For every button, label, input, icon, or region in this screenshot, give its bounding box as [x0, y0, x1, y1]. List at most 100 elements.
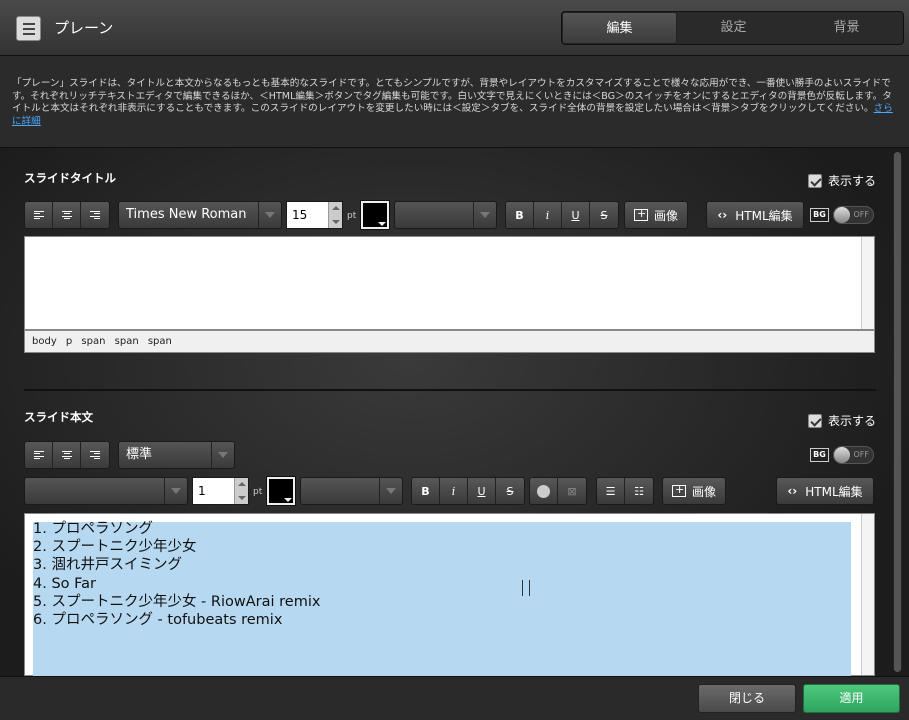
- title-editor[interactable]: [24, 236, 875, 330]
- close-button[interactable]: 閉じる: [698, 684, 796, 713]
- section-divider: [24, 389, 876, 391]
- italic-button[interactable]: i: [440, 478, 468, 504]
- body-format-group: B i U S: [411, 477, 525, 505]
- underline-button[interactable]: U: [468, 478, 496, 504]
- size-value: 1: [198, 484, 206, 498]
- chevron-down-icon: [265, 212, 275, 218]
- list-item: 6. プロペラソング - tofubeats remix: [33, 612, 283, 629]
- body-html-edit-button[interactable]: ‹› HTML編集: [776, 477, 874, 505]
- align-right-button[interactable]: [81, 202, 109, 228]
- align-right-icon: [90, 451, 100, 459]
- body-style-select[interactable]: 標準: [118, 441, 235, 469]
- text-cursor-icon: [522, 580, 530, 596]
- strike-button[interactable]: S: [590, 202, 618, 228]
- title-size-select[interactable]: [394, 201, 497, 229]
- align-left-button[interactable]: [25, 442, 53, 468]
- html-label: HTML編集: [735, 208, 793, 223]
- list-item: 5. スプートニク少年少女 - RiowArai remix: [33, 593, 321, 610]
- body-show-checkbox[interactable]: 表示する: [808, 412, 876, 429]
- title-font-select[interactable]: Times New Roman: [118, 201, 282, 229]
- title-editor-scrollbar[interactable]: [861, 237, 874, 329]
- title-align-group: [24, 201, 110, 229]
- body-size-input[interactable]: 1: [192, 477, 249, 505]
- tab-edit[interactable]: 編集: [562, 12, 677, 44]
- toggle-state: OFF: [853, 210, 870, 219]
- list-item: 4. So Far: [33, 575, 96, 592]
- font-value: Times New Roman: [126, 207, 247, 222]
- pt-label: pt: [347, 211, 357, 221]
- align-center-button[interactable]: [53, 442, 81, 468]
- title-bg-toggle[interactable]: BG OFF: [810, 206, 874, 224]
- list-item: 3. 涸れ井戸スイミング: [33, 557, 182, 574]
- tab-background[interactable]: 背景: [790, 12, 903, 44]
- align-right-icon: [90, 211, 100, 219]
- numbered-list-button[interactable]: ☷: [625, 478, 653, 504]
- title-show-checkbox[interactable]: 表示する: [808, 172, 876, 189]
- title-html-edit-button[interactable]: ‹› HTML編集: [706, 201, 804, 229]
- underline-button[interactable]: U: [562, 202, 590, 228]
- align-left-button[interactable]: [25, 202, 53, 228]
- align-center-button[interactable]: [53, 202, 81, 228]
- body-editor-scrollbar[interactable]: [861, 514, 874, 675]
- style-value: 標準: [126, 447, 153, 462]
- toggle-switch[interactable]: OFF: [833, 206, 874, 224]
- italic-button[interactable]: i: [534, 202, 562, 228]
- body-font-select[interactable]: [24, 477, 188, 505]
- image-add-icon: [671, 483, 686, 497]
- title-color-picker[interactable]: [360, 200, 390, 230]
- title-path-bar: body p span span span: [24, 330, 875, 353]
- link-button[interactable]: [530, 478, 558, 504]
- align-left-icon: [33, 451, 44, 459]
- scrollbar-thumb[interactable]: [894, 152, 901, 672]
- stepper-icon[interactable]: [234, 478, 248, 504]
- body-color-picker[interactable]: [266, 476, 296, 506]
- body-show-label: 表示する: [828, 414, 877, 428]
- title-image-button[interactable]: 画像: [624, 201, 688, 229]
- align-center-icon: [61, 451, 72, 459]
- apply-button[interactable]: 適用: [803, 684, 900, 713]
- unlink-button[interactable]: ⊠: [558, 478, 586, 504]
- title-format-group: B i U S: [505, 201, 619, 229]
- title-show-label: 表示する: [828, 174, 877, 188]
- strike-button[interactable]: S: [496, 478, 524, 504]
- stepper-icon[interactable]: [328, 202, 342, 228]
- checkbox-icon[interactable]: [808, 413, 822, 428]
- size-value: 15: [292, 208, 308, 222]
- bold-button[interactable]: B: [506, 202, 534, 228]
- body-align-group: [24, 441, 110, 469]
- globe-icon: [537, 484, 550, 498]
- image-add-icon: [633, 207, 648, 221]
- tab-settings[interactable]: 設定: [677, 12, 790, 44]
- bold-button[interactable]: B: [412, 478, 440, 504]
- align-left-icon: [33, 211, 44, 219]
- pt-label: pt: [253, 487, 263, 497]
- body-bg-toggle[interactable]: BG OFF: [810, 446, 874, 464]
- numbered-list-icon: ☷: [634, 484, 644, 498]
- description-text: 「プレーン」スライドは、タイトルと本文からなるもっとも基本的なスライドです。とて…: [12, 78, 892, 115]
- toggle-state: OFF: [853, 450, 870, 459]
- body-image-button[interactable]: 画像: [662, 477, 726, 505]
- body-link-group: ⊠: [529, 477, 587, 505]
- toggle-switch[interactable]: OFF: [833, 446, 874, 464]
- description-panel: 「プレーン」スライドは、タイトルと本文からなるもっとも基本的なスライドです。とて…: [0, 56, 909, 148]
- body-section-label: スライド本文: [24, 410, 93, 424]
- unlink-icon: ⊠: [567, 484, 577, 498]
- bg-tag: BG: [810, 448, 829, 462]
- checkbox-icon[interactable]: [808, 173, 822, 188]
- main-scrollbar[interactable]: [893, 152, 902, 672]
- code-icon: ‹›: [787, 484, 798, 498]
- bullet-list-icon: ☰: [605, 484, 616, 498]
- image-label: 画像: [691, 484, 716, 499]
- image-label: 画像: [653, 208, 678, 223]
- bullet-list-button[interactable]: ☰: [597, 478, 625, 504]
- toggle-knob: [834, 207, 850, 223]
- body-size-select[interactable]: [300, 477, 403, 505]
- chevron-down-icon: [171, 488, 181, 494]
- menu-icon[interactable]: [16, 16, 41, 41]
- body-text-content[interactable]: 1. プロペラソング 2. スプートニク少年少女 3. 涸れ井戸スイミング 4.…: [33, 520, 320, 629]
- title-size-input[interactable]: 15: [286, 201, 343, 229]
- body-list-group: ☰ ☷: [596, 477, 654, 505]
- align-right-button[interactable]: [81, 442, 109, 468]
- body-editor[interactable]: 1. プロペラソング 2. スプートニク少年少女 3. 涸れ井戸スイミング 4.…: [24, 513, 875, 677]
- page-title: プレーン: [54, 19, 114, 37]
